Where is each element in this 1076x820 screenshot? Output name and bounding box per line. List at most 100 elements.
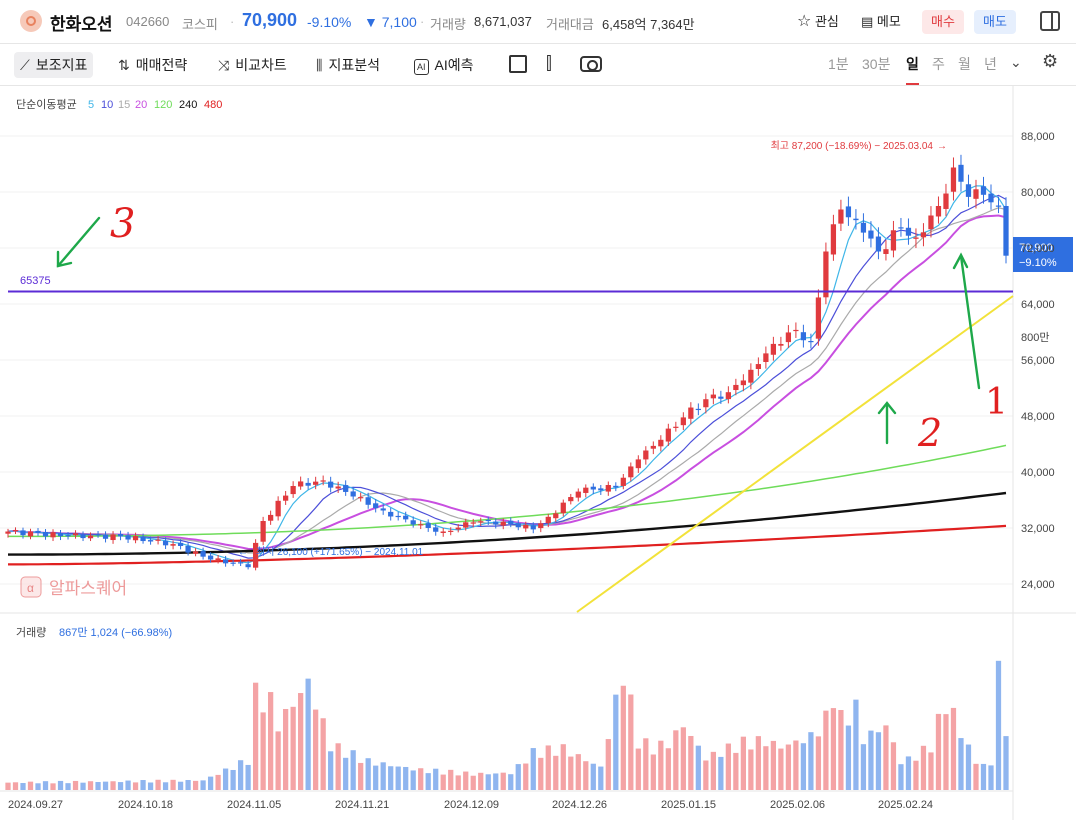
volume-bar bbox=[358, 762, 364, 790]
candle-body bbox=[523, 524, 529, 529]
analysis-button[interactable]: ⫼ 지표분석 bbox=[316, 52, 380, 78]
candle-body bbox=[95, 534, 101, 536]
stock-name[interactable]: 한화오션 bbox=[50, 10, 113, 35]
volume-bar bbox=[493, 773, 499, 790]
drawn-label-1: 1 bbox=[985, 382, 1008, 423]
y-tick-label: 24,000 bbox=[1021, 579, 1055, 591]
layout-toggle-icon[interactable] bbox=[1040, 11, 1060, 31]
low-arrow: ← bbox=[238, 547, 248, 558]
stock-header: 한화오션 042660 코스피 · 70,900 -9.10% ▼ 7,100 … bbox=[0, 0, 1076, 44]
period-month[interactable]: 월 bbox=[958, 54, 971, 74]
volume-bar bbox=[755, 736, 762, 790]
volume-bar bbox=[95, 782, 101, 790]
candle-body bbox=[5, 531, 11, 534]
candle-body bbox=[140, 537, 146, 542]
candle-body bbox=[560, 502, 566, 514]
candle-type-icon[interactable]: ⫿ bbox=[546, 53, 552, 74]
ai-button[interactable]: AI AI예측 bbox=[414, 52, 474, 78]
volume-bar bbox=[5, 782, 11, 790]
candle-body bbox=[748, 369, 754, 383]
gear-icon[interactable]: ⚙ bbox=[1042, 51, 1058, 72]
period-1min[interactable]: 1분 bbox=[828, 54, 849, 74]
candle-body bbox=[463, 522, 469, 528]
market-name: 코스피 bbox=[182, 17, 218, 32]
volume-bar bbox=[650, 754, 656, 790]
volume-bar bbox=[605, 739, 611, 790]
candle-body bbox=[740, 380, 746, 386]
volume-bar bbox=[748, 749, 754, 790]
current-price-tag-pct: −9.10% bbox=[1019, 257, 1057, 269]
analysis-label: 지표분석 bbox=[328, 57, 380, 73]
volume-bar bbox=[890, 742, 897, 790]
candle-body bbox=[995, 205, 1002, 207]
volume-bar bbox=[980, 763, 987, 790]
change-percent: -9.10% bbox=[307, 14, 352, 30]
volume-bar bbox=[568, 756, 574, 790]
chart-toolbar: ⟋ 보조지표 ⇅ 매매전략 ⤨ 비교차트 ⫼ 지표분석 AI AI예측 ⫿ 1분 30분 … bbox=[0, 44, 1076, 86]
indicators-button[interactable]: ⟋ 보조지표 bbox=[14, 52, 94, 78]
memo-button[interactable]: ▤ 메모 bbox=[852, 10, 910, 34]
volume-bar bbox=[898, 764, 904, 790]
volume-bar bbox=[125, 780, 131, 790]
amount-label: 거래대금 bbox=[546, 17, 594, 32]
ma-legend-15: 15 bbox=[118, 99, 130, 111]
price-chart[interactable]: 단순이동평균 5 10 15 20 120 240 480 65375 최고 8… bbox=[0, 86, 1076, 820]
volume-bar bbox=[373, 765, 379, 790]
candle-body bbox=[87, 535, 94, 539]
period-day[interactable]: 일 bbox=[906, 54, 919, 85]
volume-bar bbox=[485, 774, 491, 790]
x-tick-label: 2025.02.24 bbox=[878, 799, 933, 811]
candle-body bbox=[883, 249, 889, 254]
compare-button[interactable]: ⤨ 비교차트 bbox=[218, 52, 287, 78]
period-week[interactable]: 주 bbox=[932, 54, 945, 74]
x-tick-label: 2024.12.26 bbox=[552, 799, 607, 811]
volume-bar bbox=[523, 763, 529, 790]
volume-bar bbox=[598, 766, 604, 790]
volume-bar bbox=[365, 758, 371, 790]
volume-bar bbox=[35, 783, 41, 790]
candle-body bbox=[823, 251, 829, 298]
candle-body bbox=[860, 222, 867, 233]
candle-body bbox=[980, 186, 987, 195]
chevron-down-icon[interactable]: ⌄ bbox=[1010, 54, 1022, 71]
candle-body bbox=[448, 530, 454, 532]
volume-bar bbox=[162, 782, 169, 790]
buy-button[interactable]: 매수 bbox=[922, 10, 964, 34]
camera-icon[interactable] bbox=[580, 56, 602, 72]
volume-bar bbox=[500, 772, 506, 790]
candle-body bbox=[853, 218, 859, 221]
watch-button[interactable]: ☆ 관심 bbox=[788, 10, 848, 34]
square-draw-icon[interactable] bbox=[509, 55, 527, 73]
period-year[interactable]: 년 bbox=[984, 54, 997, 74]
watermark-icon: α bbox=[27, 581, 34, 595]
volume-bar bbox=[470, 775, 476, 790]
volume-bar bbox=[793, 740, 799, 790]
candle-body bbox=[12, 530, 19, 532]
volume-bar bbox=[830, 708, 837, 790]
candle-body bbox=[830, 224, 837, 255]
volume-summary: 867만 1,024 (−66.98%) bbox=[59, 626, 172, 639]
period-30min[interactable]: 30분 bbox=[862, 54, 890, 74]
volume-bar bbox=[320, 718, 326, 790]
volume-bar bbox=[560, 744, 566, 790]
volume-bar bbox=[680, 727, 686, 790]
volume-bar bbox=[215, 774, 221, 790]
candle-body bbox=[470, 522, 476, 524]
volume-bar bbox=[283, 708, 289, 790]
watch-label: 관심 bbox=[814, 14, 839, 29]
volume-bar bbox=[305, 678, 311, 790]
candle-body bbox=[162, 540, 169, 546]
volume-bar bbox=[395, 766, 401, 790]
volume-bar bbox=[72, 780, 79, 790]
candle-body bbox=[222, 559, 229, 564]
candle-body bbox=[613, 485, 619, 488]
star-icon: ☆ bbox=[797, 13, 812, 30]
low-annotation: 최저 26,100 (+171.65%) − 2024.11.01 bbox=[256, 546, 424, 558]
sell-button[interactable]: 매도 bbox=[974, 10, 1016, 34]
volume-bar bbox=[290, 706, 296, 790]
volume-bar bbox=[635, 748, 641, 790]
candle-body bbox=[373, 503, 379, 509]
candle-body bbox=[245, 564, 251, 568]
volume-bar bbox=[590, 763, 596, 790]
strategy-button[interactable]: ⇅ 매매전략 bbox=[118, 52, 187, 78]
